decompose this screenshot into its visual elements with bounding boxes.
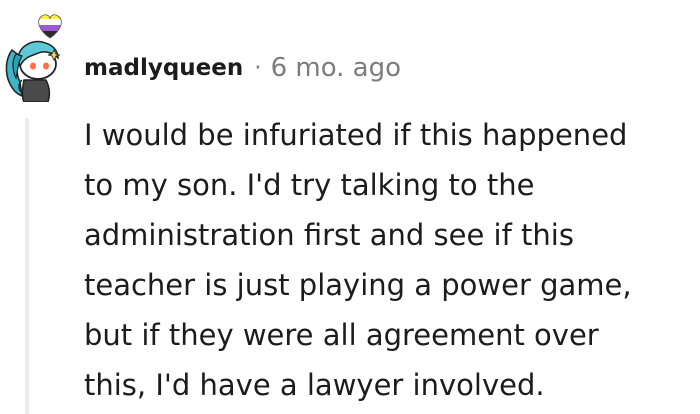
username-link[interactable]: madlyqueen [84, 55, 243, 81]
avatar[interactable] [2, 10, 68, 102]
comment-body-line: administration first and see if this [84, 218, 574, 252]
comment-body-line: to my son. I'd try talking to the [84, 168, 535, 202]
comment: madlyqueen · 6 mo. ago I would be infuri… [0, 0, 700, 414]
comment-body-line: but if they were all agreement over [84, 318, 599, 352]
meta-separator: · [254, 55, 262, 81]
timestamp-link[interactable]: 6 mo. ago [271, 53, 401, 83]
thread-line[interactable] [25, 118, 29, 414]
nonbinary-heart-icon [38, 14, 62, 39]
comment-body: I would be infuriated if this happened t… [84, 110, 694, 410]
comment-meta: madlyqueen · 6 mo. ago [84, 50, 401, 86]
snoo-avatar-icon [5, 40, 61, 102]
comment-body-line: I would be infuriated if this happened [84, 118, 628, 152]
comment-body-line: this, I'd have a lawyer involved. [84, 368, 545, 402]
comment-body-line: teacher is just playing a power game, [84, 268, 632, 302]
